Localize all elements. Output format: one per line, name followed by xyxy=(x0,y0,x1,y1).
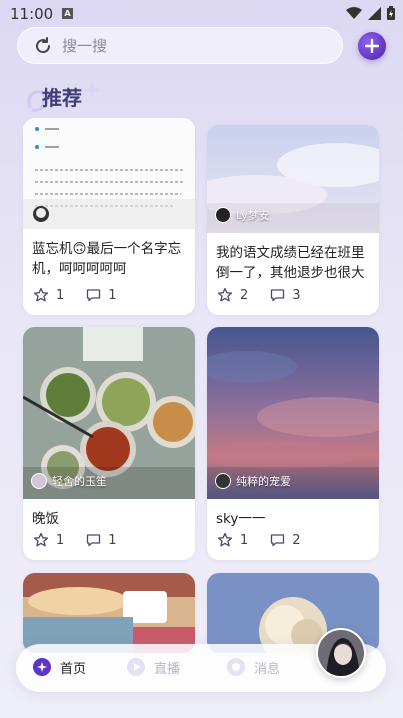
post-image xyxy=(23,573,195,653)
post-image: Ly梦安 xyxy=(207,125,379,233)
nav-live[interactable]: 直播 xyxy=(126,657,180,677)
post-card[interactable] xyxy=(23,573,195,653)
status-bar: 11:00 A xyxy=(0,0,403,28)
nav-messages-label: 消息 xyxy=(254,661,281,677)
comment-count[interactable]: 3 xyxy=(270,287,301,303)
notification-icon: A xyxy=(62,8,73,19)
post-stats: 1 1 xyxy=(33,287,139,303)
live-icon xyxy=(127,658,145,676)
post-caption: sky一一 xyxy=(216,511,266,527)
comment-count-value: 2 xyxy=(292,532,301,548)
author-name: 纯粹的宠爱 xyxy=(236,475,291,488)
post-stats: 1 1 xyxy=(33,532,139,548)
wifi-icon xyxy=(346,6,362,19)
like-count-value: 1 xyxy=(56,532,65,548)
post-author[interactable]: Ly梦安 xyxy=(215,207,270,223)
like-count[interactable]: 2 xyxy=(217,287,248,303)
like-count-value: 1 xyxy=(240,532,249,548)
search-bar[interactable]: 搜一搜 xyxy=(17,27,343,64)
like-count[interactable]: 1 xyxy=(217,532,248,548)
post-image xyxy=(23,118,195,229)
star-icon xyxy=(33,532,49,547)
author-avatar xyxy=(31,473,47,489)
post-author[interactable]: 轻舍的玉笙 xyxy=(31,473,107,489)
like-count-value: 1 xyxy=(56,287,65,303)
author-avatar xyxy=(215,207,231,223)
author-avatar xyxy=(215,473,231,489)
status-time: 11:00 xyxy=(10,5,54,23)
star-icon xyxy=(217,287,233,302)
post-stats: 1 2 xyxy=(217,532,323,548)
post-card[interactable]: 轻舍的玉笙 晚饭 1 1 xyxy=(23,327,195,560)
comment-count[interactable]: 1 xyxy=(86,287,117,303)
nav-home-label: 首页 xyxy=(60,661,87,677)
message-icon xyxy=(227,658,245,676)
post-author[interactable]: 纯粹的宠爱 xyxy=(215,473,291,489)
post-card[interactable]: 蓝忘机🙃最后一个名字忘机，呵呵呵呵呵 1 1 xyxy=(23,118,195,315)
comment-count-value: 1 xyxy=(108,532,117,548)
like-count[interactable]: 1 xyxy=(33,287,64,303)
star-icon xyxy=(33,287,49,302)
post-card[interactable]: 纯粹的宠爱 sky一一 1 2 xyxy=(207,327,379,560)
post-caption: 蓝忘机🙃最后一个名字忘机，呵呵呵呵呵 xyxy=(32,241,182,277)
post-caption: 我的语文成绩已经在班里倒一了，其他退步也很大 xyxy=(216,245,365,281)
comment-icon xyxy=(271,534,285,547)
system-icons xyxy=(346,6,395,20)
nav-live-label: 直播 xyxy=(154,661,181,677)
like-count-value: 2 xyxy=(240,287,249,303)
comment-icon xyxy=(87,289,101,302)
home-icon xyxy=(33,658,51,676)
plus-icon xyxy=(365,39,379,53)
comment-icon xyxy=(87,534,101,547)
refresh-icon xyxy=(36,36,51,53)
add-button[interactable] xyxy=(358,32,386,60)
battery-icon xyxy=(387,6,395,20)
comment-icon xyxy=(271,289,285,302)
comment-count-value: 3 xyxy=(292,287,301,303)
comment-count[interactable]: 2 xyxy=(270,532,301,548)
post-image: 轻舍的玉笙 xyxy=(23,327,195,499)
post-image: 纯粹的宠爱 xyxy=(207,327,379,499)
nav-home[interactable]: 首页 xyxy=(32,657,86,677)
section-title: 推荐 xyxy=(42,86,82,110)
comment-count[interactable]: 1 xyxy=(86,532,117,548)
author-name: Ly梦安 xyxy=(236,209,270,222)
comment-count-value: 1 xyxy=(108,287,117,303)
profile-avatar[interactable] xyxy=(316,628,366,678)
star-icon xyxy=(217,532,233,547)
nav-messages[interactable]: 消息 xyxy=(226,657,280,677)
post-card[interactable]: Ly梦安 我的语文成绩已经在班里倒一了，其他退步也很大 2 3 xyxy=(207,125,379,315)
like-count[interactable]: 1 xyxy=(33,532,64,548)
signal-icon xyxy=(368,6,381,20)
author-name: 轻舍的玉笙 xyxy=(52,475,107,488)
post-stats: 2 3 xyxy=(217,287,323,303)
post-caption: 晚饭 xyxy=(32,511,59,527)
search-input[interactable]: 搜一搜 xyxy=(62,35,107,56)
